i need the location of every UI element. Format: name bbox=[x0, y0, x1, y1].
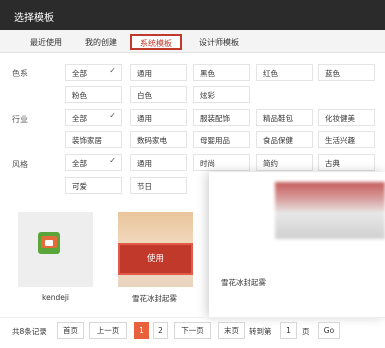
filter-color-red[interactable]: 红色 bbox=[256, 64, 313, 81]
tab-recent[interactable]: 最近使用 bbox=[30, 37, 62, 48]
template-thumb-snow[interactable]: 使用 bbox=[118, 212, 193, 287]
filter-industry-all[interactable]: 全部 ✓ bbox=[65, 109, 122, 126]
filter-industry-hobbies[interactable]: 生活兴趣 bbox=[318, 131, 375, 148]
filter-industry-beauty[interactable]: 化妆健美 bbox=[318, 109, 375, 126]
filter-label-color: 色系 bbox=[12, 69, 28, 78]
filter-industry-general[interactable]: 通用 bbox=[130, 109, 187, 126]
filter-industry-shoes-bags[interactable]: 精品鞋包 bbox=[256, 109, 313, 126]
filter-label-industry: 行业 bbox=[12, 115, 28, 124]
tab-designer-templates[interactable]: 设计师模板 bbox=[199, 37, 239, 48]
go-button[interactable]: Go bbox=[318, 322, 340, 339]
filter-color-all[interactable]: 全部 ✓ bbox=[65, 64, 122, 81]
filter-style-classical[interactable]: 古典 bbox=[318, 154, 375, 171]
check-icon: ✓ bbox=[109, 111, 116, 120]
filter-color-all-label: 全部 bbox=[72, 69, 87, 78]
goto-prefix: 转到第 bbox=[249, 327, 272, 336]
filter-color-white[interactable]: 白色 bbox=[130, 86, 187, 103]
template-label-kendeji: kendeji bbox=[42, 293, 69, 302]
total-records: 共8条记录 bbox=[12, 327, 47, 336]
filter-style-cute[interactable]: 可爱 bbox=[65, 177, 122, 194]
filter-label-style: 风格 bbox=[12, 160, 28, 169]
page-1-button[interactable]: 1 bbox=[134, 322, 149, 339]
filter-industry-home[interactable]: 装饰家居 bbox=[65, 131, 122, 148]
tab-my-created[interactable]: 我的创建 bbox=[85, 37, 117, 48]
filter-color-blue[interactable]: 蓝色 bbox=[318, 64, 375, 81]
pagination: 共8条记录 首页 上一页 1 2 下一页 末页 转到第 1 页 Go bbox=[0, 317, 385, 348]
check-icon: ✓ bbox=[109, 156, 116, 165]
prev-page-button[interactable]: 上一页 bbox=[89, 322, 127, 339]
template-label-snow: 雪花冰封起雾 bbox=[132, 294, 177, 303]
check-icon: ✓ bbox=[109, 66, 116, 75]
filter-industry-digital[interactable]: 数码家电 bbox=[130, 131, 187, 148]
filter-style-all[interactable]: 全部 ✓ bbox=[65, 154, 122, 171]
filter-style-all-label: 全部 bbox=[72, 159, 87, 168]
filter-style-holiday[interactable]: 节日 bbox=[130, 177, 187, 194]
filter-style-simple[interactable]: 简约 bbox=[256, 154, 313, 171]
filter-industry-all-label: 全部 bbox=[72, 114, 87, 123]
filter-style-general[interactable]: 通用 bbox=[130, 154, 187, 171]
template-preview-image bbox=[275, 182, 385, 239]
first-page-button[interactable]: 首页 bbox=[57, 322, 84, 339]
use-template-button[interactable]: 使用 bbox=[118, 243, 193, 275]
filter-color-colorful[interactable]: 炫彩 bbox=[193, 86, 250, 103]
template-preview-popup: 雪花冰封起雾 bbox=[209, 172, 385, 317]
tab-system-templates[interactable]: 系统模板 bbox=[130, 34, 182, 50]
goto-page-input[interactable]: 1 bbox=[280, 322, 297, 339]
filter-industry-apparel[interactable]: 服装配饰 bbox=[193, 109, 250, 126]
page-2-button[interactable]: 2 bbox=[153, 322, 168, 339]
goto-suffix: 页 bbox=[302, 327, 310, 336]
filter-industry-baby[interactable]: 母婴用品 bbox=[193, 131, 250, 148]
dialog-titlebar: 选择模板 bbox=[0, 0, 385, 30]
store-icon bbox=[38, 232, 60, 254]
next-page-button[interactable]: 下一页 bbox=[174, 322, 211, 339]
filter-color-general[interactable]: 通用 bbox=[130, 64, 187, 81]
template-thumb-kendeji[interactable] bbox=[18, 212, 93, 287]
filter-color-pink[interactable]: 粉色 bbox=[65, 86, 122, 103]
dialog-title: 选择模板 bbox=[14, 13, 54, 24]
tab-bar: 最近使用 我的创建 系统模板 设计师模板 bbox=[0, 30, 385, 53]
last-page-button[interactable]: 末页 bbox=[218, 322, 245, 339]
template-preview-label: 雪花冰封起雾 bbox=[221, 278, 266, 287]
filter-industry-food-health[interactable]: 食品保健 bbox=[256, 131, 313, 148]
filter-style-fashion[interactable]: 时尚 bbox=[193, 154, 250, 171]
filter-color-black[interactable]: 黑色 bbox=[193, 64, 250, 81]
